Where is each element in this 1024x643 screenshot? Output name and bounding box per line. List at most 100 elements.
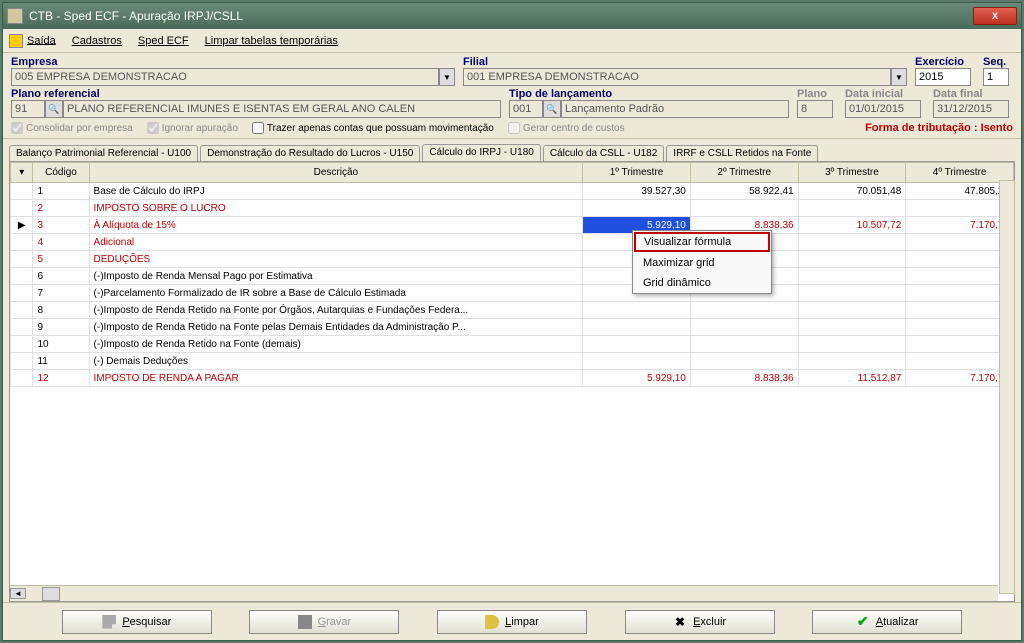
cell-q2[interactable]: 58.922,41	[690, 183, 798, 200]
cell-codigo[interactable]: 10	[33, 336, 89, 353]
tipo-lanc-desc[interactable]	[561, 100, 789, 118]
empresa-input[interactable]	[11, 68, 439, 86]
excluir-button[interactable]: ✖Excluir	[625, 610, 775, 634]
cell-q4[interactable]	[906, 319, 1014, 336]
cell-descricao[interactable]: (-)Imposto de Renda Retido na Fonte pela…	[89, 319, 583, 336]
cell-descricao[interactable]: IMPOSTO SOBRE O LUCRO	[89, 200, 583, 217]
col-q2[interactable]: 2º Trimestre	[690, 163, 798, 183]
table-row[interactable]: 8(-)Imposto de Renda Retido na Fonte por…	[11, 302, 1014, 319]
table-row[interactable]: 6(-)Imposto de Renda Mensal Pago por Est…	[11, 268, 1014, 285]
cell-codigo[interactable]: 2	[33, 200, 89, 217]
close-button[interactable]: X	[973, 7, 1017, 25]
cell-codigo[interactable]: 9	[33, 319, 89, 336]
cell-q4[interactable]	[906, 268, 1014, 285]
cell-descricao[interactable]: Adicional	[89, 234, 583, 251]
limpar-button[interactable]: Limpar	[437, 610, 587, 634]
cell-q4[interactable]	[906, 353, 1014, 370]
menu-sped[interactable]: Sped ECF	[138, 35, 189, 47]
cell-q1[interactable]	[583, 200, 691, 217]
cell-q4[interactable]	[906, 234, 1014, 251]
cell-q3[interactable]	[798, 268, 906, 285]
cell-q3[interactable]	[798, 319, 906, 336]
cell-q1[interactable]	[583, 336, 691, 353]
cell-q3[interactable]	[798, 302, 906, 319]
cell-codigo[interactable]: 11	[33, 353, 89, 370]
cell-q2[interactable]	[690, 319, 798, 336]
cell-codigo[interactable]: 6	[33, 268, 89, 285]
table-row[interactable]: 11(-) Demais Deduções	[11, 353, 1014, 370]
cell-q3[interactable]: 70.051,48	[798, 183, 906, 200]
tipo-lanc-code[interactable]	[509, 100, 543, 118]
menu-limpar-tabelas[interactable]: Limpar tabelas temporárias	[205, 35, 338, 47]
empresa-dropdown[interactable]: ▼	[439, 68, 455, 86]
table-row[interactable]: ▶3À Alíquota de 15%5.929,108.838,3610.50…	[11, 217, 1014, 234]
table-row[interactable]: 2IMPOSTO SOBRE O LUCRO	[11, 200, 1014, 217]
cell-q1[interactable]	[583, 319, 691, 336]
table-row[interactable]: 10(-)Imposto de Renda Retido na Fonte (d…	[11, 336, 1014, 353]
plano-ref-lookup[interactable]: 🔍	[45, 100, 63, 118]
cell-q4[interactable]	[906, 200, 1014, 217]
cell-q3[interactable]	[798, 285, 906, 302]
cell-descricao[interactable]: (-)Imposto de Renda Retido na Fonte por …	[89, 302, 583, 319]
col-q1[interactable]: 1º Trimestre	[583, 163, 691, 183]
cell-q3[interactable]	[798, 336, 906, 353]
cell-descricao[interactable]: DEDUÇÕES	[89, 251, 583, 268]
tab-u150[interactable]: Demonstração do Resultado do Lucros - U1…	[200, 145, 420, 161]
cell-q4[interactable]	[906, 285, 1014, 302]
tipo-lanc-lookup[interactable]: 🔍	[543, 100, 561, 118]
ctx-visualizar-formula[interactable]: Visualizar fórmula	[634, 232, 770, 252]
cell-descricao[interactable]: (-)Imposto de Renda Mensal Pago por Esti…	[89, 268, 583, 285]
cell-q3[interactable]	[798, 234, 906, 251]
cell-codigo[interactable]: 4	[33, 234, 89, 251]
cell-q1[interactable]	[583, 302, 691, 319]
cell-q3[interactable]: 11.512,87	[798, 370, 906, 387]
tab-u100[interactable]: Balanço Patrimonial Referencial - U100	[9, 145, 198, 161]
cell-descricao[interactable]: (-) Demais Deduções	[89, 353, 583, 370]
tab-irrf[interactable]: IRRF e CSLL Retidos na Fonte	[666, 145, 818, 161]
table-row[interactable]: 4Adicional	[11, 234, 1014, 251]
cell-q1[interactable]: 39.527,30	[583, 183, 691, 200]
filial-input[interactable]	[463, 68, 891, 86]
pesquisar-button[interactable]: Pesquisar	[62, 610, 212, 634]
cell-q3[interactable]: 10.507,72	[798, 217, 906, 234]
cell-q4[interactable]	[906, 302, 1014, 319]
col-descricao[interactable]: Descrição	[89, 163, 583, 183]
grid-table[interactable]: ▾ Código Descrição 1º Trimestre 2º Trime…	[10, 162, 1014, 387]
cell-q2[interactable]	[690, 353, 798, 370]
cell-descricao[interactable]: (-)Imposto de Renda Retido na Fonte (dem…	[89, 336, 583, 353]
cell-q3[interactable]	[798, 353, 906, 370]
filial-dropdown[interactable]: ▼	[891, 68, 907, 86]
cell-q4[interactable]: 7.170,78	[906, 217, 1014, 234]
table-row[interactable]: 12IMPOSTO DE RENDA A PAGAR5.929,108.838,…	[11, 370, 1014, 387]
cell-q4[interactable]: 47.805,23	[906, 183, 1014, 200]
menu-cadastros[interactable]: Cadastros	[72, 35, 122, 47]
cell-q4[interactable]: 7.170,78	[906, 370, 1014, 387]
cell-codigo[interactable]: 8	[33, 302, 89, 319]
table-row[interactable]: 9(-)Imposto de Renda Retido na Fonte pel…	[11, 319, 1014, 336]
seq-input[interactable]	[983, 68, 1009, 86]
cell-codigo[interactable]: 3	[33, 217, 89, 234]
tab-u182[interactable]: Cálculo da CSLL - U182	[543, 145, 664, 161]
cell-descricao[interactable]: IMPOSTO DE RENDA A PAGAR	[89, 370, 583, 387]
cell-q4[interactable]	[906, 336, 1014, 353]
atualizar-button[interactable]: ✔Atualizar	[812, 610, 962, 634]
cell-codigo[interactable]: 1	[33, 183, 89, 200]
cell-descricao[interactable]: Base de Cálculo do IRPJ	[89, 183, 583, 200]
table-row[interactable]: 1Base de Cálculo do IRPJ39.527,3058.922,…	[11, 183, 1014, 200]
col-codigo[interactable]: Código	[33, 163, 89, 183]
menu-saida[interactable]: Saída	[9, 34, 56, 48]
cell-q4[interactable]	[906, 251, 1014, 268]
table-row[interactable]: 5DEDUÇÕES	[11, 251, 1014, 268]
cell-codigo[interactable]: 7	[33, 285, 89, 302]
cell-q3[interactable]	[798, 200, 906, 217]
cell-q1[interactable]: 5.929,10	[583, 370, 691, 387]
horizontal-scrollbar[interactable]	[10, 585, 998, 601]
cell-q1[interactable]	[583, 353, 691, 370]
tab-u180[interactable]: Cálculo do IRPJ - U180	[422, 144, 541, 161]
col-q4[interactable]: 4º Trimestre	[906, 163, 1014, 183]
vertical-scrollbar[interactable]	[999, 180, 1015, 594]
cell-q3[interactable]	[798, 251, 906, 268]
ctx-maximizar-grid[interactable]: Maximizar grid	[633, 253, 771, 273]
cell-q2[interactable]: 8.838,36	[690, 370, 798, 387]
exercicio-input[interactable]	[915, 68, 971, 86]
